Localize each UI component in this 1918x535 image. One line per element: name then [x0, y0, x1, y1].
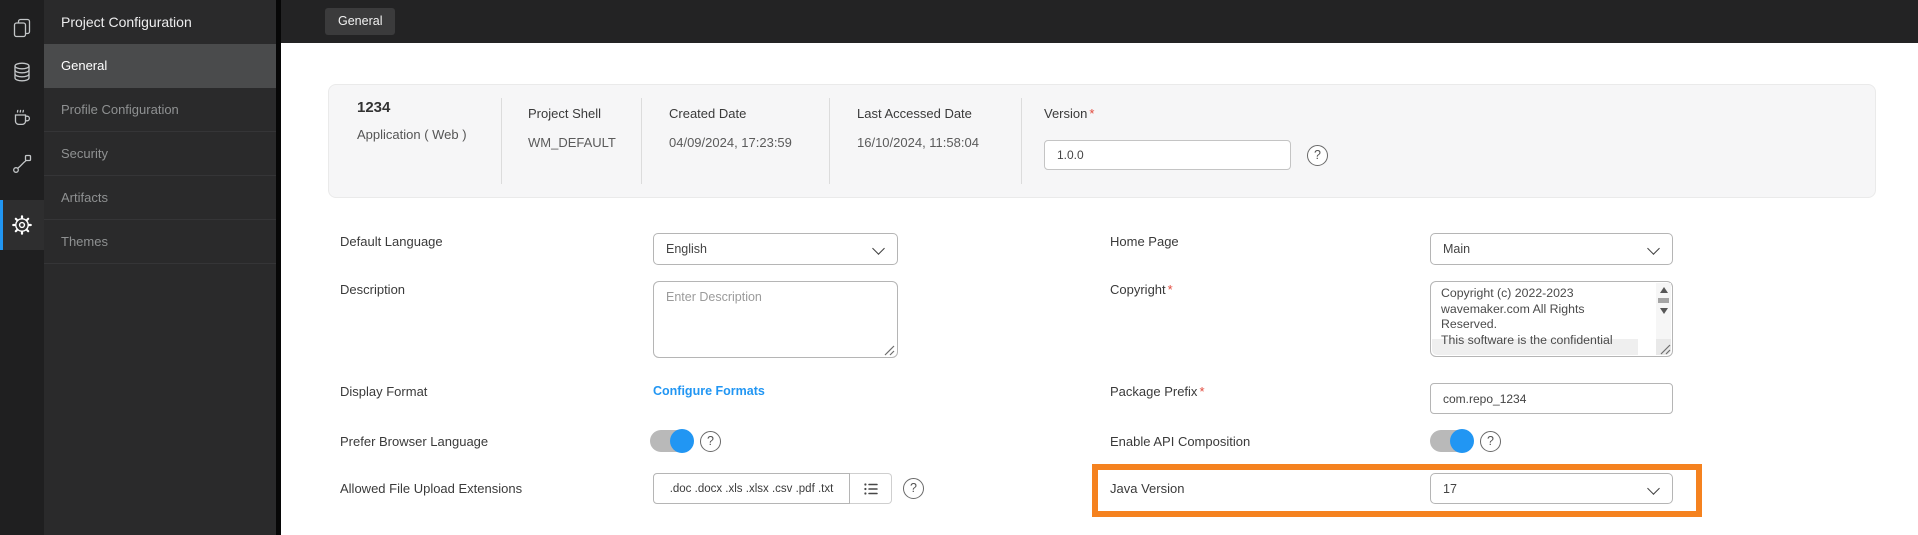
sidebar-item-themes[interactable]: Themes: [44, 220, 276, 264]
home-page-select[interactable]: Main: [1430, 233, 1673, 265]
card-divider: [501, 98, 502, 184]
default-language-label: Default Language: [340, 234, 443, 249]
chevron-down-icon: [1647, 482, 1660, 495]
question-mark-icon[interactable]: ?: [1480, 431, 1501, 452]
question-mark-icon[interactable]: ?: [903, 478, 924, 499]
required-asterisk: *: [1167, 282, 1173, 297]
home-page-label: Home Page: [1110, 234, 1179, 249]
enable-api-composition-label: Enable API Composition: [1110, 434, 1251, 449]
topbar: General: [281, 0, 1918, 43]
settings-gear-icon[interactable]: [0, 200, 44, 250]
prefer-browser-language-toggle[interactable]: [650, 429, 694, 453]
required-asterisk: *: [1089, 106, 1095, 121]
description-textarea[interactable]: [653, 281, 898, 358]
configure-formats-link[interactable]: Configure Formats: [653, 384, 765, 399]
required-asterisk: *: [1199, 384, 1205, 399]
sidebar-item-profile-configuration[interactable]: Profile Configuration: [44, 88, 276, 132]
prefer-browser-language-label: Prefer Browser Language: [340, 434, 489, 449]
sidebar-item-artifacts[interactable]: Artifacts: [44, 176, 276, 220]
project-settings-screen: Project Configuration General Profile Co…: [0, 0, 1918, 535]
extensions-list-button[interactable]: [850, 473, 892, 504]
allowed-extensions-label: Allowed File Upload Extensions: [340, 481, 523, 496]
allowed-extensions-input[interactable]: [653, 473, 850, 504]
card-divider: [1021, 98, 1022, 184]
active-module-indicator: [0, 200, 3, 250]
field-created-date: Created Date 04/09/2024, 17:23:59: [669, 106, 792, 150]
java-services-icon[interactable]: [0, 94, 44, 138]
chevron-down-icon: [872, 242, 885, 255]
field-project-shell: Project Shell WM_DEFAULT: [528, 106, 616, 150]
general-settings-content: 1234 Application ( Web ) Project Shell W…: [281, 43, 1918, 535]
copyright-label: Copyright *: [1110, 282, 1173, 297]
resize-grip-icon: [1660, 344, 1671, 355]
java-version-select[interactable]: 17: [1430, 473, 1673, 504]
java-version-label: Java Version: [1110, 481, 1185, 496]
card-divider: [829, 98, 830, 184]
project-name: 1234: [357, 99, 391, 116]
question-mark-icon[interactable]: ?: [1307, 145, 1328, 166]
pages-icon[interactable]: [0, 6, 44, 50]
display-format-label: Display Format: [340, 384, 428, 399]
chevron-down-icon: [1647, 242, 1660, 255]
package-prefix-label: Package Prefix *: [1110, 384, 1205, 399]
sidebar-item-security[interactable]: Security: [44, 132, 276, 176]
copyright-textarea[interactable]: Copyright (c) 2022-2023 wavemaker.com Al…: [1430, 281, 1673, 357]
project-info-card: 1234 Application ( Web ) Project Shell W…: [328, 84, 1876, 198]
card-divider: [641, 98, 642, 184]
tab-general[interactable]: General: [325, 8, 396, 35]
list-icon: [863, 482, 878, 495]
version-label: Version *: [1044, 106, 1095, 121]
version-input[interactable]: [1044, 140, 1291, 170]
field-last-accessed-date: Last Accessed Date 16/10/2024, 11:58:04: [857, 106, 979, 150]
scrollbar-thumb[interactable]: [1658, 298, 1669, 303]
database-icon[interactable]: [0, 50, 44, 94]
package-prefix-input[interactable]: [1430, 383, 1673, 414]
resize-corner[interactable]: [1656, 339, 1671, 355]
allowed-extensions-group: [653, 473, 892, 504]
scroll-down-icon[interactable]: [1659, 308, 1668, 314]
scroll-up-icon[interactable]: [1659, 287, 1668, 293]
project-identity: 1234 Application ( Web ): [357, 99, 467, 142]
project-type: Application ( Web ): [357, 127, 467, 142]
sidebar-title: Project Configuration: [61, 14, 192, 30]
sidebar-item-general[interactable]: General: [44, 44, 276, 88]
settings-sidebar: Project Configuration General Profile Co…: [44, 0, 276, 535]
default-language-select[interactable]: English: [653, 233, 898, 265]
icon-rail: [0, 0, 44, 535]
orchestration-icon[interactable]: [0, 142, 44, 186]
question-mark-icon[interactable]: ?: [700, 431, 721, 452]
enable-api-composition-toggle[interactable]: [1430, 429, 1474, 453]
description-label: Description: [340, 282, 406, 297]
vertical-scrollbar[interactable]: [1656, 283, 1671, 341]
